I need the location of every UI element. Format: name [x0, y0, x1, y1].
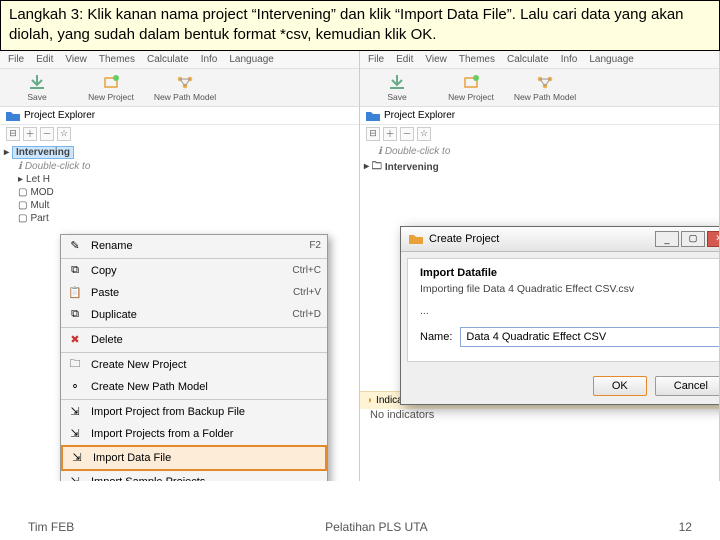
dialog-dots: ...: [420, 305, 720, 317]
tree-project[interactable]: ▸ 🗀 Intervening: [364, 158, 715, 177]
ctx-create-project[interactable]: 🗀Create New Project: [61, 354, 327, 376]
import-icon: ⇲: [67, 404, 83, 420]
menu-bar: File Edit View Themes Calculate Info Lan…: [360, 51, 719, 69]
folder-icon: [409, 233, 423, 244]
import-icon: ⇲: [67, 474, 83, 481]
menu-themes[interactable]: Themes: [459, 54, 495, 65]
menu-edit[interactable]: Edit: [36, 54, 53, 65]
ctx-import-backup[interactable]: ⇲Import Project from Backup File: [61, 401, 327, 423]
ctx-import-folder[interactable]: ⇲Import Projects from a Folder: [61, 423, 327, 445]
tree-hint: ℹ Double-click to: [4, 160, 355, 173]
tree-project[interactable]: ▸ Intervening: [4, 145, 355, 160]
menu-edit[interactable]: Edit: [396, 54, 413, 65]
ctx-import-data-file[interactable]: ⇲Import Data File: [61, 445, 327, 471]
ctx-import-sample[interactable]: ⇲Import Sample Projects: [61, 471, 327, 481]
close-button[interactable]: ✕: [707, 231, 720, 247]
name-input[interactable]: [460, 327, 720, 347]
star-icon[interactable]: ☆: [57, 127, 71, 141]
menu-themes[interactable]: Themes: [99, 54, 135, 65]
save-button[interactable]: Save: [0, 69, 74, 106]
ctx-duplicate[interactable]: ⧉DuplicateCtrl+D: [61, 304, 327, 326]
remove-icon[interactable]: －: [40, 127, 54, 141]
delete-icon: ✖: [67, 332, 83, 348]
import-dialog: Create Project _ ▢ ✕ Import Datafile Imp…: [400, 226, 720, 405]
add-icon[interactable]: ＋: [23, 127, 37, 141]
tree-item[interactable]: ▸ Let H: [4, 173, 355, 186]
cancel-button[interactable]: Cancel: [655, 376, 720, 396]
collapse-icon[interactable]: ⊟: [366, 127, 380, 141]
menu-file[interactable]: File: [368, 54, 384, 65]
path-model-icon: ⚬: [67, 379, 83, 395]
menu-info[interactable]: Info: [201, 54, 218, 65]
project-explorer-toolbar: ⊟ ＋ － ☆: [0, 125, 359, 143]
tree-hint: ℹ Double-click to: [364, 145, 715, 158]
new-path-model-button[interactable]: New Path Model: [508, 69, 582, 106]
add-icon[interactable]: ＋: [383, 127, 397, 141]
new-path-model-button[interactable]: New Path Model: [148, 69, 222, 106]
left-screenshot: File Edit View Themes Calculate Info Lan…: [0, 51, 360, 481]
import-icon: ⇲: [69, 450, 85, 466]
dialog-titlebar: Create Project _ ▢ ✕: [401, 227, 720, 252]
save-button[interactable]: Save: [360, 69, 434, 106]
tree-item[interactable]: ▢ Mult: [4, 199, 355, 212]
menu-file[interactable]: File: [8, 54, 24, 65]
dialog-subtitle: Import Datafile: [420, 267, 720, 279]
rename-icon: ✎: [67, 238, 83, 254]
menu-lang[interactable]: Language: [229, 54, 274, 65]
star-icon[interactable]: ☆: [417, 127, 431, 141]
project-explorer-header: Project Explorer: [360, 107, 719, 125]
ctx-copy[interactable]: ⧉CopyCtrl+C: [61, 260, 327, 282]
menu-info[interactable]: Info: [561, 54, 578, 65]
project-explorer-toolbar: ⊟ ＋ － ☆: [360, 125, 719, 143]
menu-bar: File Edit View Themes Calculate Info Lan…: [0, 51, 359, 69]
import-icon: ⇲: [67, 426, 83, 442]
menu-calculate[interactable]: Calculate: [507, 54, 549, 65]
name-label: Name:: [420, 331, 452, 343]
toolbar: Save New Project New Path Model: [360, 69, 719, 107]
context-menu: ✎RenameF2 ⧉CopyCtrl+C 📋PasteCtrl+V ⧉Dupl…: [60, 234, 328, 481]
project-tree: ℹ Double-click to ▸ 🗀 Intervening: [360, 143, 719, 179]
tree-item[interactable]: ▢ MOD: [4, 186, 355, 199]
footer-page: 12: [679, 520, 692, 534]
footer-center: Pelatihan PLS UTA: [325, 520, 428, 534]
project-tree: ▸ Intervening ℹ Double-click to ▸ Let H …: [0, 143, 359, 227]
copy-icon: ⧉: [67, 263, 83, 279]
dialog-importing-line: Importing file Data 4 Quadratic Effect C…: [420, 283, 720, 295]
project-explorer-header: Project Explorer: [0, 107, 359, 125]
toolbar: Save New Project New Path Model: [0, 69, 359, 107]
menu-view[interactable]: View: [425, 54, 447, 65]
remove-icon[interactable]: －: [400, 127, 414, 141]
ctx-create-path-model[interactable]: ⚬Create New Path Model: [61, 376, 327, 398]
maximize-button[interactable]: ▢: [681, 231, 705, 247]
new-project-icon: 🗀: [67, 357, 83, 373]
duplicate-icon: ⧉: [67, 307, 83, 323]
menu-calculate[interactable]: Calculate: [147, 54, 189, 65]
collapse-icon[interactable]: ⊟: [6, 127, 20, 141]
ok-button[interactable]: OK: [593, 376, 647, 396]
menu-lang[interactable]: Language: [589, 54, 634, 65]
menu-view[interactable]: View: [65, 54, 87, 65]
footer-left: Tim FEB: [28, 520, 74, 534]
paste-icon: 📋: [67, 285, 83, 301]
folder-icon: [6, 110, 20, 121]
folder-icon: [366, 110, 380, 121]
ctx-rename[interactable]: ✎RenameF2: [61, 235, 327, 257]
screenshot-pair: File Edit View Themes Calculate Info Lan…: [0, 51, 720, 481]
ctx-delete[interactable]: ✖Delete: [61, 329, 327, 351]
right-screenshot: File Edit View Themes Calculate Info Lan…: [360, 51, 720, 481]
slide-footer: Tim FEB Pelatihan PLS UTA 12: [0, 520, 720, 534]
new-project-button[interactable]: New Project: [434, 69, 508, 106]
ctx-paste[interactable]: 📋PasteCtrl+V: [61, 282, 327, 304]
new-project-button[interactable]: New Project: [74, 69, 148, 106]
minimize-button[interactable]: _: [655, 231, 679, 247]
instruction-banner: Langkah 3: Klik kanan nama project “Inte…: [0, 0, 720, 51]
tree-item[interactable]: ▢ Part: [4, 212, 355, 225]
